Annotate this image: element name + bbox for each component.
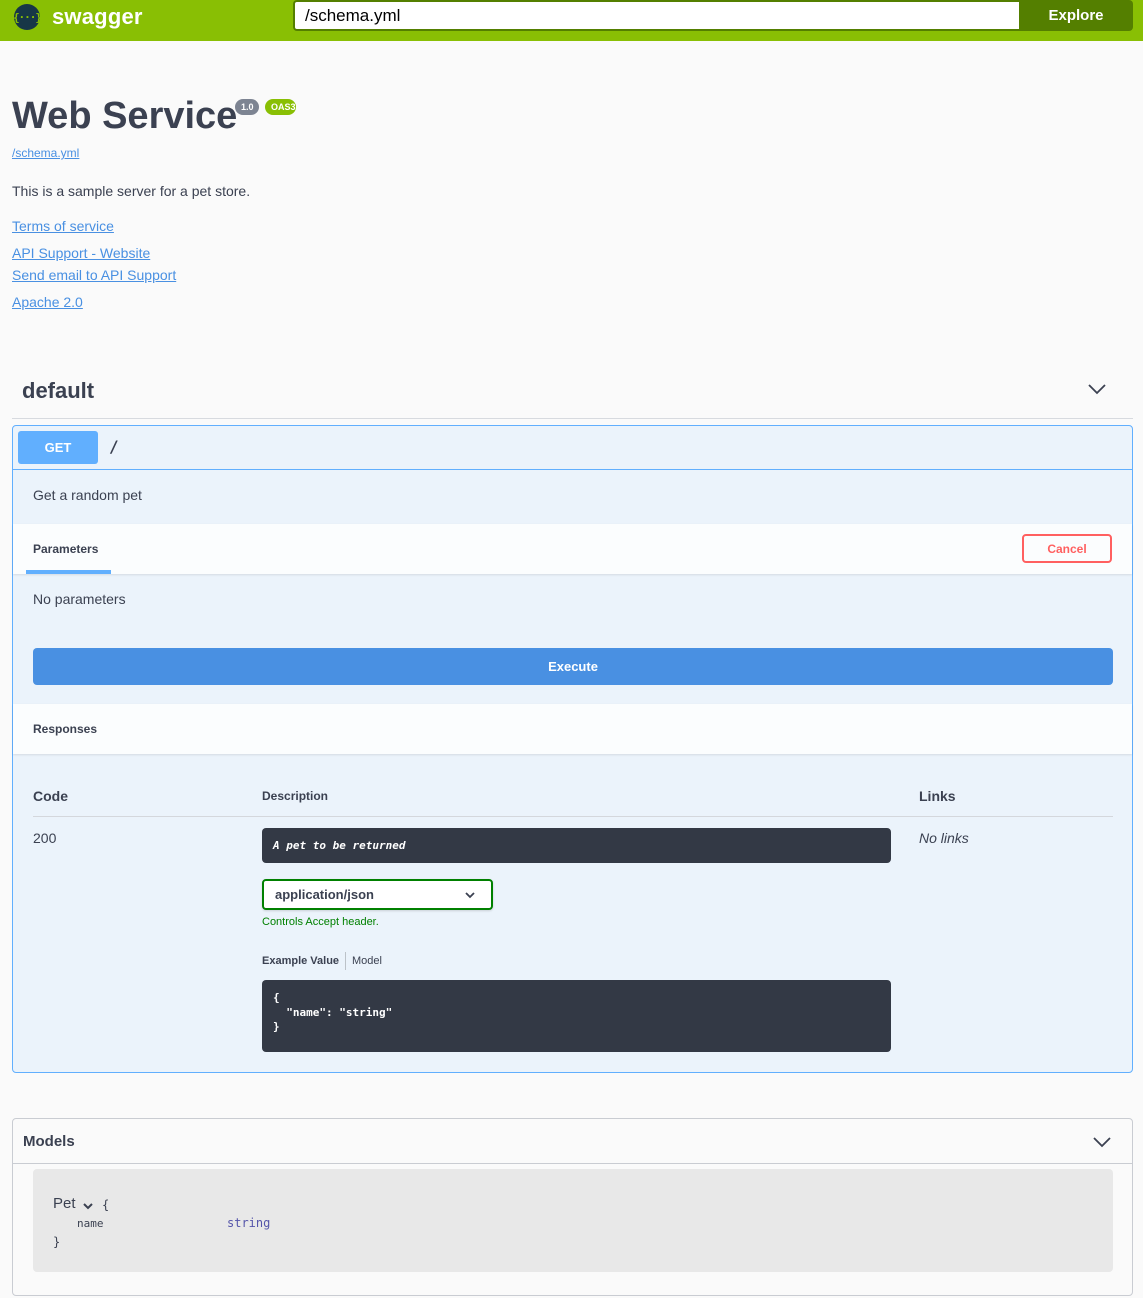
models-title: Models bbox=[23, 1133, 75, 1150]
response-links: No links bbox=[919, 830, 969, 846]
spec-url-link[interactable]: /schema.yml bbox=[12, 146, 79, 160]
tab-model[interactable]: Model bbox=[352, 955, 382, 967]
tab-parameters[interactable]: Parameters bbox=[33, 542, 98, 556]
controls-accept-note: Controls Accept header. bbox=[262, 916, 379, 928]
chevron-down-icon[interactable] bbox=[83, 1201, 93, 1211]
version-badge: 1.0 bbox=[235, 99, 259, 115]
response-description: A pet to be returned bbox=[262, 828, 891, 863]
license-link[interactable]: Apache 2.0 bbox=[12, 294, 83, 310]
oas-badge: OAS3 bbox=[265, 99, 296, 115]
operation-path: / bbox=[109, 437, 119, 456]
spec-url-input[interactable] bbox=[293, 0, 1019, 31]
swagger-logo-text: swagger bbox=[52, 4, 143, 29]
execute-button[interactable]: Execute bbox=[33, 648, 1113, 685]
operation-summary[interactable]: GET / bbox=[13, 426, 1132, 470]
api-support-website-link[interactable]: API Support - Website bbox=[12, 245, 150, 261]
model-open-brace: { bbox=[102, 1198, 110, 1212]
models-section: Models Pet { name string } bbox=[12, 1118, 1133, 1296]
api-description: This is a sample server for a pet store. bbox=[12, 183, 251, 199]
operation-block: GET / Get a random pet Parameters Cancel… bbox=[12, 425, 1133, 1073]
no-parameters-text: No parameters bbox=[33, 591, 126, 607]
tag-title[interactable]: default bbox=[22, 378, 94, 404]
responses-header: Responses bbox=[13, 704, 1132, 754]
tag-divider bbox=[12, 418, 1133, 419]
model-name[interactable]: Pet bbox=[53, 1195, 76, 1212]
chevron-down-icon[interactable] bbox=[1093, 1135, 1111, 1149]
responses-title: Responses bbox=[33, 722, 98, 736]
tab-separator bbox=[345, 952, 346, 970]
media-type-value: application/json bbox=[275, 887, 374, 902]
page-title: Web Service bbox=[12, 95, 238, 137]
media-type-select[interactable]: application/json bbox=[262, 879, 493, 910]
parameters-header: Parameters Cancel bbox=[13, 524, 1132, 574]
operation-description: Get a random pet bbox=[33, 487, 142, 503]
model-property-type: string bbox=[227, 1216, 271, 1230]
model-property-name: name bbox=[77, 1217, 104, 1230]
response-code: 200 bbox=[33, 830, 57, 846]
cancel-button[interactable]: Cancel bbox=[1022, 534, 1112, 563]
example-value-code: { "name": "string" } bbox=[262, 980, 891, 1052]
swagger-logo[interactable]: {···} swagger bbox=[13, 2, 143, 32]
api-support-email-link[interactable]: Send email to API Support bbox=[12, 267, 176, 283]
models-header[interactable]: Models bbox=[13, 1119, 1132, 1164]
swagger-logo-icon: {···} bbox=[13, 4, 42, 30]
method-badge: GET bbox=[18, 431, 98, 464]
column-links: Links bbox=[919, 788, 956, 804]
explore-button[interactable]: Explore bbox=[1019, 0, 1133, 31]
tab-active-indicator bbox=[26, 570, 111, 574]
column-code: Code bbox=[33, 788, 68, 804]
chevron-down-icon[interactable] bbox=[1088, 382, 1106, 396]
chevron-down-icon bbox=[465, 892, 475, 899]
responses-divider bbox=[33, 816, 1113, 817]
terms-of-service-link[interactable]: Terms of service bbox=[12, 218, 114, 234]
model-close-brace: } bbox=[53, 1235, 61, 1249]
tab-example-value[interactable]: Example Value bbox=[262, 955, 339, 967]
column-description: Description bbox=[262, 789, 329, 803]
topbar: {···} swagger Explore bbox=[0, 0, 1143, 41]
model-pet: Pet { name string } bbox=[33, 1169, 1113, 1272]
